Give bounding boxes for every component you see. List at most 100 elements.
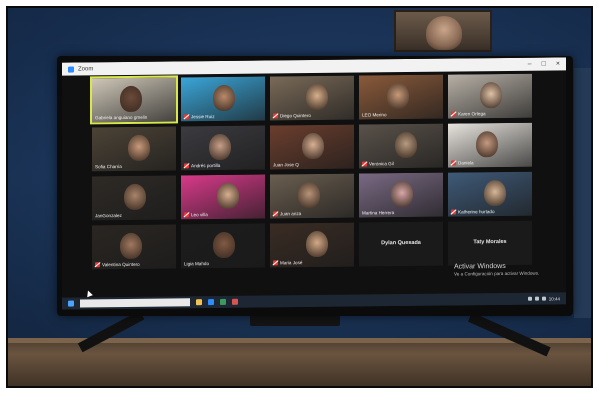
participant-name: Ligia Mahdo <box>184 261 210 267</box>
participant-face <box>128 134 150 161</box>
muted-mic-icon <box>184 212 189 218</box>
portrait-figure <box>426 16 462 50</box>
participant-name-label: Martina Herrera <box>362 210 394 215</box>
participant-face <box>209 133 231 161</box>
participant-name-label: Juan ariza <box>273 211 302 217</box>
participant-tile[interactable]: Daniela <box>448 122 532 168</box>
side-object <box>574 68 591 318</box>
participant-tile[interactable]: Martina Herrera <box>359 172 443 218</box>
participant-name: Valentina Quintero <box>102 261 140 268</box>
participant-name-label: LEO Merino <box>362 112 387 117</box>
participant-tile[interactable]: Valentina Quintero <box>92 224 176 270</box>
participant-tile[interactable]: Katherine hurtado <box>448 171 532 217</box>
participant-name-label: Katherine hurtado <box>451 209 495 215</box>
tv-screen: Zoom – □ × Gabriela anguiano gmelin Jessi… <box>62 57 566 310</box>
participant-name: Daniela <box>458 160 474 166</box>
participant-name: Andrés portilla <box>191 162 221 169</box>
file-explorer-icon[interactable] <box>196 299 202 306</box>
participant-tile[interactable]: JanGonzalez <box>92 175 176 221</box>
media-icon[interactable] <box>232 298 238 305</box>
system-tray: 10:44 <box>527 296 560 301</box>
battery-icon[interactable] <box>541 296 546 301</box>
muted-mic-icon <box>95 262 100 268</box>
participant-face <box>120 232 142 260</box>
participant-name: Katherine hurtado <box>458 209 495 215</box>
participant-tile[interactable]: Gabriela anguiano gmelin <box>90 75 178 125</box>
participant-face <box>120 85 142 113</box>
participant-name: Diego Quintero <box>280 113 311 119</box>
participant-name-label: Gabriela anguiano gmelin <box>95 115 147 121</box>
participant-tile[interactable]: Jessie Ruiz <box>181 76 265 122</box>
muted-mic-icon <box>184 163 189 169</box>
participant-tile[interactable]: Dylan Quesada <box>359 221 443 267</box>
participant-name: Karen Ortega <box>458 111 486 117</box>
participant-name: Verónica Gil <box>369 161 394 167</box>
participant-tile[interactable]: Andrés portilla <box>181 125 265 171</box>
muted-mic-icon <box>451 111 456 117</box>
muted-mic-icon <box>273 260 278 266</box>
zoom-taskbar-icon[interactable] <box>208 299 214 306</box>
participant-tile[interactable]: Maria José <box>270 222 354 268</box>
muted-mic-icon <box>184 114 189 120</box>
participant-tile[interactable]: Juan Jose Q <box>270 124 354 170</box>
participant-name: Dylan Quesada <box>381 239 421 247</box>
muted-mic-icon <box>362 161 367 167</box>
participant-name-label: Karen Ortega <box>451 111 486 117</box>
maximize-icon[interactable]: □ <box>542 61 546 68</box>
start-icon[interactable] <box>68 300 74 307</box>
participant-tile[interactable]: Sofia Charria <box>92 126 176 172</box>
close-icon[interactable]: × <box>556 60 560 67</box>
volume-icon[interactable] <box>534 296 539 301</box>
participant-name-label: Ligia Mahdo <box>184 261 209 266</box>
participant-name: Sofia Charria <box>95 164 122 170</box>
participant-tile[interactable]: Leo villa <box>181 174 265 220</box>
activation-subtitle: Ve a Configuración para activar Windows. <box>454 270 540 277</box>
network-icon[interactable] <box>527 296 532 301</box>
participant-tile[interactable]: Karen Ortega <box>448 73 532 119</box>
wooden-shelf <box>8 338 591 386</box>
participant-name: Juan Jose Q <box>273 162 299 168</box>
activation-title: Activar Windows <box>454 262 506 271</box>
participant-name-label: Valentina Quintero <box>95 261 140 268</box>
participant-name: Martina Herrera <box>362 210 395 216</box>
participant-tile[interactable]: Taty Morales <box>448 220 532 266</box>
participant-name-label: Daniela <box>451 160 474 166</box>
windows-activation-watermark: Activar Windows Ve a Configuración para … <box>454 263 539 277</box>
zoom-app-icon <box>68 66 74 73</box>
participant-tile[interactable]: Juan ariza <box>270 173 354 219</box>
taskbar-clock[interactable]: 10:44 <box>549 296 560 301</box>
participant-name: Maria José <box>280 260 303 266</box>
participant-tile[interactable]: Ligia Mahdo <box>181 223 265 269</box>
participant-face <box>476 131 498 158</box>
participant-name-label: Leo villa <box>184 212 208 218</box>
participant-name-label: Jessie Ruiz <box>184 114 215 120</box>
participant-tile[interactable]: Verónica Gil <box>359 123 443 169</box>
participant-tile[interactable]: Diego Quintero <box>270 75 354 121</box>
muted-mic-icon <box>451 160 456 166</box>
browser-icon[interactable] <box>220 298 226 305</box>
participant-name: Juan ariza <box>280 211 302 217</box>
participant-name-label: Juan Jose Q <box>273 162 299 167</box>
participant-name: JanGonzalez <box>95 213 122 219</box>
participant-face <box>480 82 502 109</box>
muted-mic-icon <box>451 209 456 215</box>
participant-face <box>391 180 413 208</box>
participant-name-label: Diego Quintero <box>273 113 311 119</box>
muted-mic-icon <box>273 113 278 119</box>
participant-name: LEO Merino <box>362 112 387 118</box>
participant-name: Leo villa <box>191 212 208 218</box>
taskbar-search[interactable] <box>80 298 190 308</box>
participant-face <box>484 179 506 207</box>
participant-face <box>387 83 409 110</box>
participant-face <box>395 131 417 159</box>
participant-name: Gabriela anguiano gmelin <box>95 114 148 121</box>
participant-tile[interactable]: LEO Merino <box>359 74 443 120</box>
participant-face <box>306 83 328 111</box>
minimize-icon[interactable]: – <box>528 61 532 68</box>
participant-face <box>213 84 235 112</box>
participant-face <box>302 132 324 160</box>
participant-name: Jessie Ruiz <box>191 114 215 120</box>
participant-name: Taty Morales <box>473 238 507 246</box>
participant-face <box>298 181 320 209</box>
participant-face <box>306 230 328 258</box>
